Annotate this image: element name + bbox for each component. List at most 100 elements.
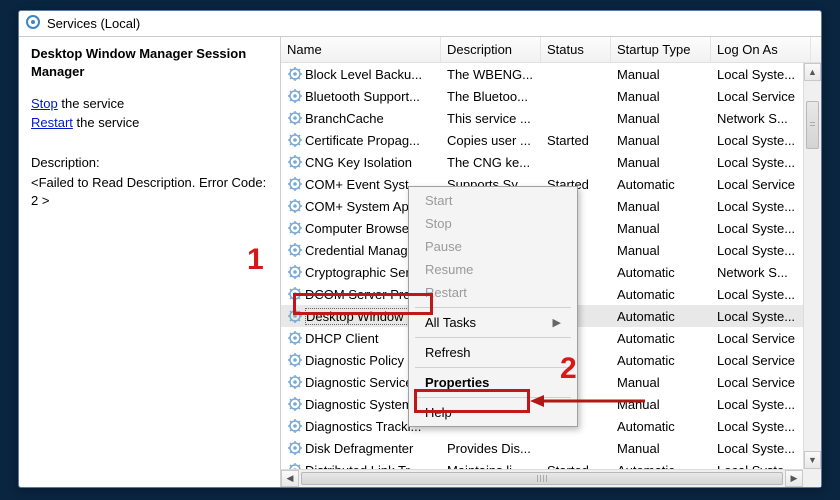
service-row[interactable]: Bluetooth Support... The Bluetoo... Manual… [281,85,821,107]
col-description[interactable]: Description [441,37,541,62]
menu-separator [415,307,571,308]
service-name: Diagnostic System... [305,397,424,412]
service-description: The WBENG... [441,67,541,82]
service-name: Computer Browser [305,221,413,236]
service-gear-icon [287,308,303,324]
menu-pause[interactable]: Pause [411,235,575,258]
service-startup-type: Manual [611,155,711,170]
service-startup-type: Automatic [611,309,711,324]
service-startup-type: Automatic [611,177,711,192]
menu-help[interactable]: Help [411,401,575,424]
service-logon: Local Syste... [711,287,811,302]
description-label: Description: [31,154,268,172]
service-name: Disk Defragmenter [305,441,413,456]
scroll-down-arrow[interactable]: ▼ [804,451,821,469]
service-row[interactable]: CNG Key Isolation The CNG ke... ManualLoca… [281,151,821,173]
service-gear-icon [287,264,303,280]
col-status[interactable]: Status [541,37,611,62]
service-startup-type: Automatic [611,353,711,368]
service-gear-icon [287,198,303,214]
scroll-up-arrow[interactable]: ▲ [804,63,821,81]
horizontal-scrollbar[interactable]: ◀ ▶ [281,469,803,487]
service-gear-icon [287,352,303,368]
horizontal-scroll-thumb[interactable] [301,472,783,485]
service-name: Cryptographic Ser... [305,265,420,280]
service-logon: Network S... [711,265,811,280]
service-gear-icon [287,330,303,346]
service-gear-icon [287,66,303,82]
menu-properties[interactable]: Properties [411,371,575,394]
window-title: Services (Local) [47,16,140,31]
service-startup-type: Automatic [611,265,711,280]
service-gear-icon [287,440,303,456]
menu-stop[interactable]: Stop [411,212,575,235]
selected-service-name: Desktop Window Manager Session Manager [31,45,268,81]
service-name: COM+ Event Syst... [305,177,420,192]
services-header-icon [25,14,41,33]
vertical-scrollbar[interactable]: ▲ ▼ [803,63,821,469]
service-status: Started [541,133,611,148]
service-row[interactable]: Block Level Backu...The WBENG...ManualLo… [281,63,821,85]
service-name: Credential Manager [305,243,419,258]
col-name[interactable]: Name [281,37,441,62]
service-gear-icon [287,132,303,148]
service-gear-icon [287,286,303,302]
service-description: The CNG ke... [441,155,541,170]
service-gear-icon [287,242,303,258]
service-startup-type: Manual [611,397,711,412]
service-gear-icon [287,396,303,412]
description-text: <Failed to Read Description. Error Code:… [31,174,268,210]
service-logon: Local Service [711,375,811,390]
service-startup-type: Manual [611,133,711,148]
service-name: CNG Key Isolation [305,155,412,170]
service-name: Bluetooth Support... [305,89,420,104]
service-name: Desktop Window ... [305,308,419,325]
details-pane: Desktop Window Manager Session Manager S… [19,37,281,487]
service-logon: Local Service [711,331,811,346]
service-logon: Local Syste... [711,243,811,258]
service-logon: Local Syste... [711,309,811,324]
service-gear-icon [287,374,303,390]
service-startup-type: Manual [611,89,711,104]
service-row[interactable]: BranchCacheThis service ...ManualNetwork… [281,107,821,129]
col-log-on-as[interactable]: Log On As [711,37,811,62]
service-logon: Local Syste... [711,419,811,434]
service-startup-type: Automatic [611,419,711,434]
menu-separator [415,397,571,398]
menu-all-tasks[interactable]: All Tasks▶ [411,311,575,334]
service-row[interactable]: Disk DefragmenterProvides Dis...ManualLo… [281,437,821,459]
service-name: Diagnostic Policy ... [305,353,418,368]
scroll-left-arrow[interactable]: ◀ [281,470,299,487]
service-gear-icon [287,88,303,104]
col-startup-type[interactable]: Startup Type [611,37,711,62]
menu-resume[interactable]: Resume [411,258,575,281]
window-header: Services (Local) [19,11,821,37]
restart-link[interactable]: Restart [31,115,73,130]
scroll-right-arrow[interactable]: ▶ [785,470,803,487]
menu-restart[interactable]: Restart [411,281,575,304]
service-startup-type: Manual [611,221,711,236]
menu-refresh[interactable]: Refresh [411,341,575,364]
service-row[interactable]: Certificate Propag...Copies user ...Star… [281,129,821,151]
stop-action-line: Stop the service [31,95,268,113]
service-startup-type: Manual [611,67,711,82]
service-logon: Local Service [711,177,811,192]
menu-start[interactable]: Start [411,189,575,212]
service-startup-type: Automatic [611,331,711,346]
menu-separator [415,337,571,338]
service-logon: Local Syste... [711,441,811,456]
service-name: DHCP Client [305,331,378,346]
column-headers: Name Description Status Startup Type Log… [281,37,821,63]
service-gear-icon [287,176,303,192]
stop-link[interactable]: Stop [31,96,58,111]
service-logon: Local Syste... [711,133,811,148]
service-name: Certificate Propag... [305,133,420,148]
restart-action-line: Restart the service [31,114,268,132]
service-startup-type: Manual [611,111,711,126]
service-startup-type: Manual [611,375,711,390]
service-description: This service ... [441,111,541,126]
service-description: The Bluetoo... [441,89,541,104]
submenu-arrow-icon: ▶ [553,316,561,329]
service-logon: Local Syste... [711,155,811,170]
vertical-scroll-thumb[interactable] [806,101,819,149]
